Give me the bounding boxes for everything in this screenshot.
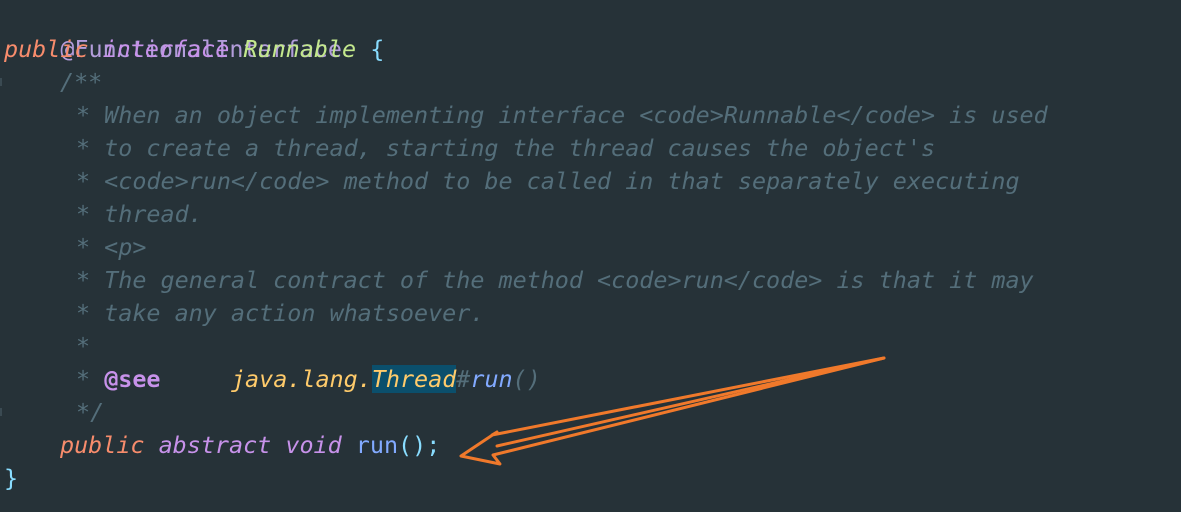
javadoc-star: * bbox=[76, 332, 91, 360]
javadoc-text: take any action whatsoever. bbox=[90, 299, 485, 327]
javadoc-star: * bbox=[76, 134, 91, 162]
javadoc-star: * bbox=[76, 266, 91, 294]
code-line-1: @FunctionalInterface bbox=[4, 0, 342, 63]
see-tag: @see bbox=[104, 365, 161, 393]
javadoc-line-8: * bbox=[76, 330, 90, 363]
javadoc-open: /** bbox=[60, 66, 102, 99]
arrow-shaft bbox=[495, 356, 886, 448]
close-brace: } bbox=[4, 464, 19, 492]
code-line-2: public interface Runnable { bbox=[4, 33, 384, 66]
interface-name: Runnable bbox=[243, 35, 357, 63]
javadoc-see-line: * @see java.lang.Thread#run() bbox=[76, 363, 541, 396]
javadoc-star: * bbox=[76, 365, 91, 393]
keyword-public: public bbox=[60, 431, 145, 459]
javadoc-text: When an object implementing interface <c… bbox=[90, 101, 1048, 129]
method-name-run[interactable]: run bbox=[356, 431, 398, 459]
keyword-public: public bbox=[4, 35, 89, 63]
method-parens: () bbox=[398, 431, 427, 459]
see-hash: # bbox=[456, 365, 471, 393]
javadoc-line-4: * thread. bbox=[76, 198, 203, 231]
javadoc-star: * bbox=[76, 200, 91, 228]
javadoc-text: <p> bbox=[90, 233, 147, 261]
see-method-run[interactable]: run bbox=[470, 365, 512, 393]
javadoc-text: The general contract of the method <code… bbox=[90, 266, 1034, 294]
javadoc-line-7: * take any action whatsoever. bbox=[76, 297, 484, 330]
code-editor[interactable]: @FunctionalInterface public interface Ru… bbox=[0, 0, 1181, 512]
javadoc-star: * bbox=[76, 233, 91, 261]
see-package: java.lang. bbox=[230, 365, 372, 393]
see-parens: () bbox=[512, 365, 541, 393]
javadoc-star: * bbox=[76, 299, 91, 327]
keyword-void: void bbox=[285, 431, 342, 459]
method-declaration: public abstract void run(); bbox=[60, 429, 440, 462]
keyword-interface: interface bbox=[102, 35, 230, 63]
fold-marker-doc-end[interactable] bbox=[0, 408, 2, 416]
fold-marker-doc-start[interactable] bbox=[0, 78, 2, 86]
javadoc-line-6: * The general contract of the method <co… bbox=[76, 264, 1034, 297]
javadoc-text: thread. bbox=[90, 200, 203, 228]
javadoc-line-3: * <code>run</code> method to be called i… bbox=[76, 165, 1020, 198]
code-line-close: } bbox=[4, 462, 18, 495]
javadoc-line-1: * When an object implementing interface … bbox=[76, 99, 1048, 132]
open-brace: { bbox=[370, 35, 385, 63]
javadoc-close: */ bbox=[76, 396, 104, 429]
keyword-abstract: abstract bbox=[158, 431, 272, 459]
javadoc-star: * bbox=[76, 101, 91, 129]
javadoc-line-5: * <p> bbox=[76, 231, 146, 264]
javadoc-text: <code>run</code> method to be called in … bbox=[90, 167, 1020, 195]
javadoc-close-text: */ bbox=[76, 398, 105, 426]
javadoc-line-2: * to create a thread, starting the threa… bbox=[76, 132, 935, 165]
javadoc-text: to create a thread, starting the thread … bbox=[90, 134, 936, 162]
javadoc-open-text: /** bbox=[60, 68, 103, 96]
see-class-thread[interactable]: Thread bbox=[371, 365, 457, 393]
javadoc-star: * bbox=[76, 167, 91, 195]
semicolon: ; bbox=[426, 431, 441, 459]
